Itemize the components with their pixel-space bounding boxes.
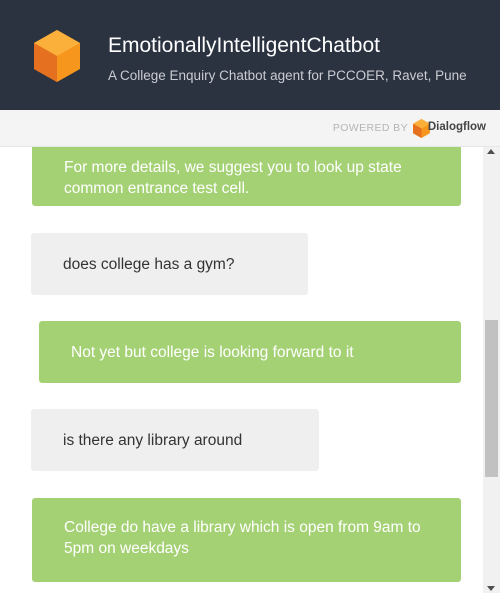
agent-message: College do have a library which is open … xyxy=(32,498,461,582)
powered-by-label: POWERED BY xyxy=(332,122,408,134)
scroll-up-arrow-icon[interactable] xyxy=(487,149,495,154)
agent-message: For more details, we suggest you to look… xyxy=(32,147,461,206)
agent-message: Not yet but college is looking forward t… xyxy=(39,321,461,383)
dialogflow-brand[interactable]: Dialogflow xyxy=(428,121,486,133)
scroll-down-arrow-icon[interactable] xyxy=(487,586,495,591)
scrollbar-thumb[interactable] xyxy=(485,320,498,477)
powered-by-bar: POWERED BY Dialogflow xyxy=(0,110,500,147)
agent-description: A College Enquiry Chatbot agent for PCCO… xyxy=(108,68,467,83)
agent-title: EmotionallyIntelligentChatbot xyxy=(108,34,380,57)
dialogflow-agent-icon xyxy=(34,30,80,82)
chat-scrollbar[interactable] xyxy=(483,147,500,593)
user-message: does college has a gym? xyxy=(31,233,308,295)
chat-header: EmotionallyIntelligentChatbot A College … xyxy=(0,0,500,110)
user-message: is there any library around xyxy=(31,409,319,471)
chat-log[interactable]: For more details, we suggest you to look… xyxy=(0,147,500,593)
